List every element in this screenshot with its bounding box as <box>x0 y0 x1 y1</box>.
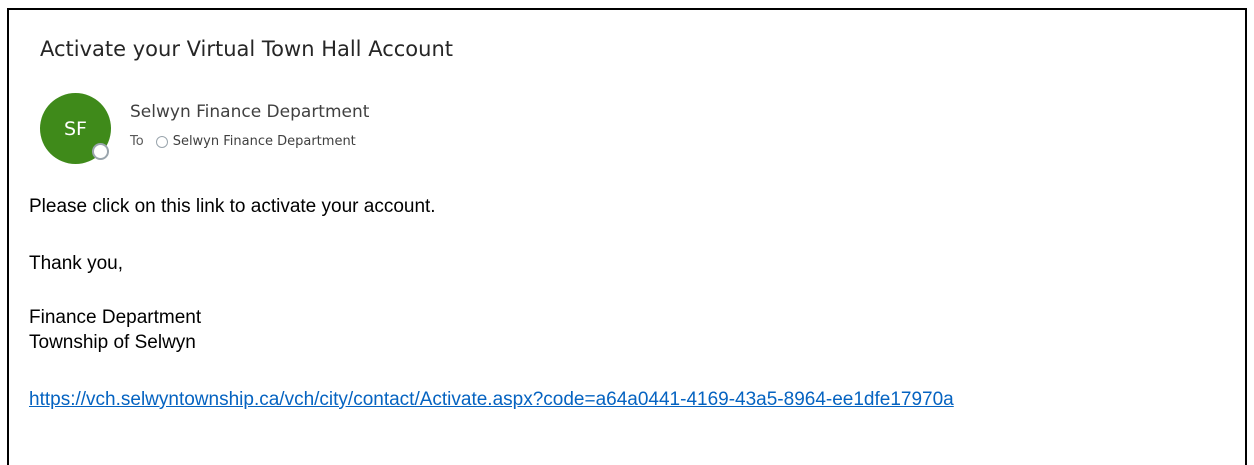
body-instruction: Please click on this link to activate yo… <box>29 196 436 217</box>
email-subject: Activate your Virtual Town Hall Account <box>40 37 453 61</box>
email-message-frame: Activate your Virtual Town Hall Account … <box>7 8 1247 465</box>
signature-department: Finance Department <box>29 307 202 328</box>
sender-initials: SF <box>64 117 87 140</box>
activation-link[interactable]: https://vch.selwyntownship.ca/vch/city/c… <box>29 389 954 411</box>
body-thanks: Thank you, <box>29 253 123 274</box>
recipient-line: To Selwyn Finance Department <box>130 134 356 149</box>
signature-township: Township of Selwyn <box>29 332 196 353</box>
recipient-presence-icon <box>155 135 168 148</box>
to-label: To <box>130 134 144 149</box>
recipient-name[interactable]: Selwyn Finance Department <box>173 134 356 149</box>
presence-status-icon <box>92 143 109 160</box>
sender-name[interactable]: Selwyn Finance Department <box>130 102 369 122</box>
